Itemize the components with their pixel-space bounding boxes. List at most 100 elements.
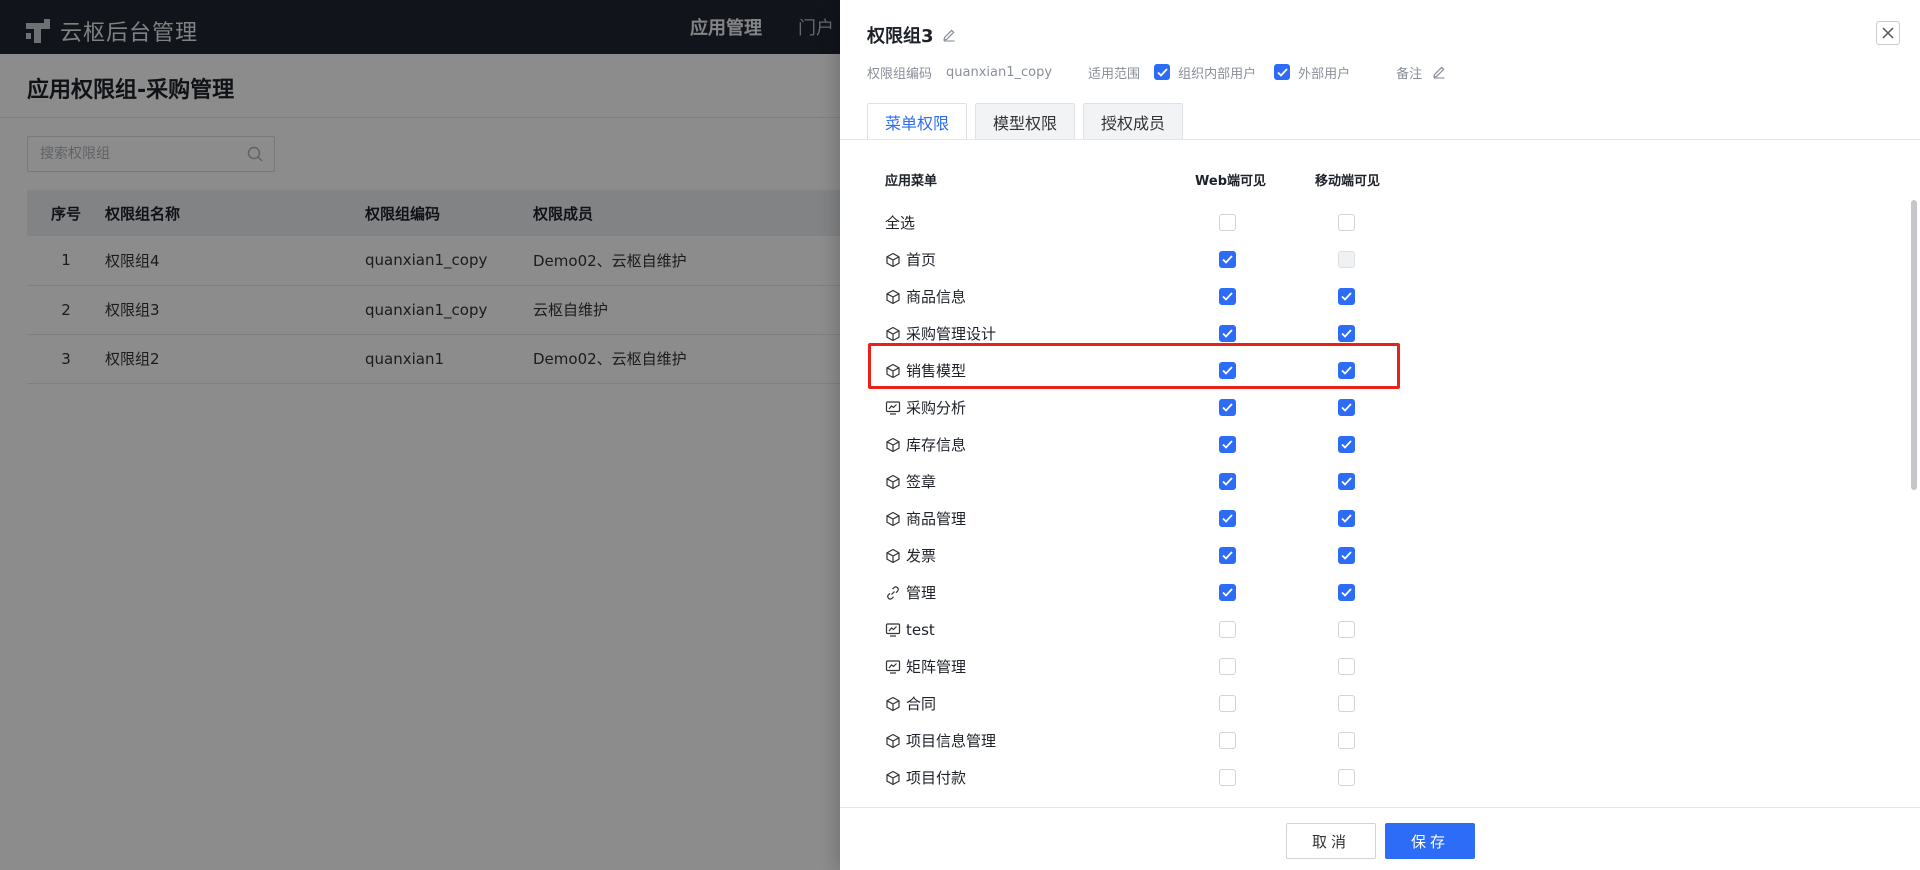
menu-row: 矩阵管理	[885, 648, 1485, 685]
link-icon	[885, 585, 901, 601]
monitor-chart-icon	[885, 400, 901, 416]
menu-label: 管理	[906, 584, 937, 602]
web-visible-checkbox[interactable]	[1219, 288, 1236, 305]
monitor-chart-icon	[885, 622, 901, 638]
web-visible-checkbox[interactable]	[1219, 769, 1236, 786]
cube-icon	[885, 511, 901, 527]
permission-list: 全选 首页 商品信息 采购管理设计 销售模型 采购分析 库存信息 签章 商品管理 发票 管理 tes…	[885, 204, 1485, 796]
save-button[interactable]: 保存	[1385, 823, 1475, 859]
menu-label: 商品管理	[906, 510, 967, 528]
col-header-web-visible: Web端可见	[1195, 174, 1266, 189]
cube-icon	[885, 326, 901, 342]
mobile-visible-checkbox[interactable]	[1338, 658, 1355, 675]
mobile-visible-checkbox[interactable]	[1338, 436, 1355, 453]
mobile-visible-checkbox[interactable]	[1338, 251, 1355, 268]
check-icon	[1222, 329, 1233, 338]
mobile-visible-checkbox[interactable]	[1338, 547, 1355, 564]
highlight-box	[868, 343, 1400, 389]
check-icon	[1222, 477, 1233, 486]
check-icon	[1222, 551, 1233, 560]
tabs-divider	[840, 139, 1920, 140]
scope-internal-option[interactable]: 组织内部用户	[1154, 63, 1256, 82]
menu-row: 库存信息	[885, 426, 1485, 463]
check-icon	[1341, 329, 1352, 338]
mobile-visible-checkbox[interactable]	[1338, 288, 1355, 305]
menu-label: 项目付款	[906, 769, 967, 787]
menu-label: 采购分析	[906, 399, 967, 417]
web-visible-checkbox[interactable]	[1219, 399, 1236, 416]
mobile-visible-checkbox[interactable]	[1338, 695, 1355, 712]
web-visible-checkbox[interactable]	[1219, 658, 1236, 675]
mobile-visible-checkbox[interactable]	[1338, 399, 1355, 416]
mobile-visible-checkbox[interactable]	[1338, 325, 1355, 342]
drawer-scrollbar[interactable]	[1911, 200, 1917, 490]
web-visible-checkbox[interactable]	[1219, 732, 1236, 749]
web-visible-checkbox[interactable]	[1219, 436, 1236, 453]
remark-label: 备注	[1396, 66, 1423, 82]
code-label: 权限组编码	[867, 66, 933, 82]
menu-label: 签章	[906, 473, 937, 491]
check-icon	[1222, 514, 1233, 523]
menu-row: 项目信息管理	[885, 722, 1485, 759]
drawer-tabs: 菜单权限 模型权限 授权成员	[867, 103, 1184, 140]
menu-label: 首页	[906, 251, 937, 269]
cube-icon	[885, 474, 901, 490]
menu-label: 矩阵管理	[906, 658, 967, 676]
scope-external-checkbox[interactable]	[1274, 64, 1291, 80]
mobile-visible-checkbox[interactable]	[1338, 769, 1355, 786]
mobile-visible-checkbox[interactable]	[1338, 732, 1355, 749]
monitor-chart-icon	[885, 659, 901, 675]
check-icon	[1341, 477, 1352, 486]
mobile-visible-checkbox[interactable]	[1338, 584, 1355, 601]
mobile-visible-checkbox[interactable]	[1338, 473, 1355, 490]
menu-row: 合同	[885, 685, 1485, 722]
scope-external-option[interactable]: 外部用户	[1274, 63, 1350, 82]
web-visible-checkbox[interactable]	[1219, 695, 1236, 712]
remark: 备注	[1396, 63, 1446, 82]
menu-row: 签章	[885, 463, 1485, 500]
drawer-title: 权限组3	[867, 22, 956, 48]
web-visible-checkbox[interactable]	[1219, 547, 1236, 564]
cancel-button[interactable]: 取消	[1286, 823, 1376, 859]
check-icon	[1341, 403, 1352, 412]
check-icon	[1341, 588, 1352, 597]
edit-title-icon[interactable]	[942, 28, 956, 42]
web-visible-checkbox[interactable]	[1219, 584, 1236, 601]
menu-row: 项目付款	[885, 759, 1485, 796]
permission-columns-header: 应用菜单 Web端可见 移动端可见	[885, 170, 1445, 189]
col-header-mobile-visible: 移动端可见	[1315, 174, 1381, 189]
menu-row: 首页	[885, 241, 1485, 278]
scope-internal-checkbox[interactable]	[1154, 64, 1171, 80]
edit-remark-icon[interactable]	[1432, 65, 1446, 79]
mobile-visible-checkbox[interactable]	[1338, 510, 1355, 527]
menu-row: 发票	[885, 537, 1485, 574]
web-visible-checkbox[interactable]	[1219, 621, 1236, 638]
permission-group-drawer: 权限组3 权限组编码 quanxian1_copy 适用范围 组织内部用户 外部…	[840, 0, 1920, 870]
web-visible-checkbox[interactable]	[1219, 325, 1236, 342]
tab-model-permission[interactable]: 模型权限	[975, 103, 1076, 139]
mobile-visible-checkbox[interactable]	[1338, 621, 1355, 638]
cube-icon	[885, 733, 901, 749]
check-icon	[1156, 67, 1168, 77]
tab-authorized-members[interactable]: 授权成员	[1083, 103, 1184, 139]
tab-menu-permission[interactable]: 菜单权限	[867, 103, 968, 140]
select-all-mobile-checkbox[interactable]	[1338, 214, 1355, 231]
group-meta: 权限组编码 quanxian1_copy 适用范围 组织内部用户 外部用户 备注	[867, 62, 1446, 82]
menu-label: 合同	[906, 695, 937, 713]
select-all-web-checkbox[interactable]	[1219, 214, 1236, 231]
drawer-footer: 取消 保存	[840, 807, 1920, 870]
menu-row: 商品管理	[885, 500, 1485, 537]
check-icon	[1222, 292, 1233, 301]
select-all-label: 全选	[885, 214, 916, 232]
cube-icon	[885, 770, 901, 786]
code-value: quanxian1_copy	[946, 64, 1053, 80]
web-visible-checkbox[interactable]	[1219, 251, 1236, 268]
scope-internal-label: 组织内部用户	[1178, 66, 1257, 82]
menu-row: 商品信息	[885, 278, 1485, 315]
check-icon	[1222, 588, 1233, 597]
menu-label: 库存信息	[906, 436, 967, 454]
web-visible-checkbox[interactable]	[1219, 473, 1236, 490]
close-button[interactable]	[1876, 21, 1900, 45]
check-icon	[1222, 403, 1233, 412]
web-visible-checkbox[interactable]	[1219, 510, 1236, 527]
